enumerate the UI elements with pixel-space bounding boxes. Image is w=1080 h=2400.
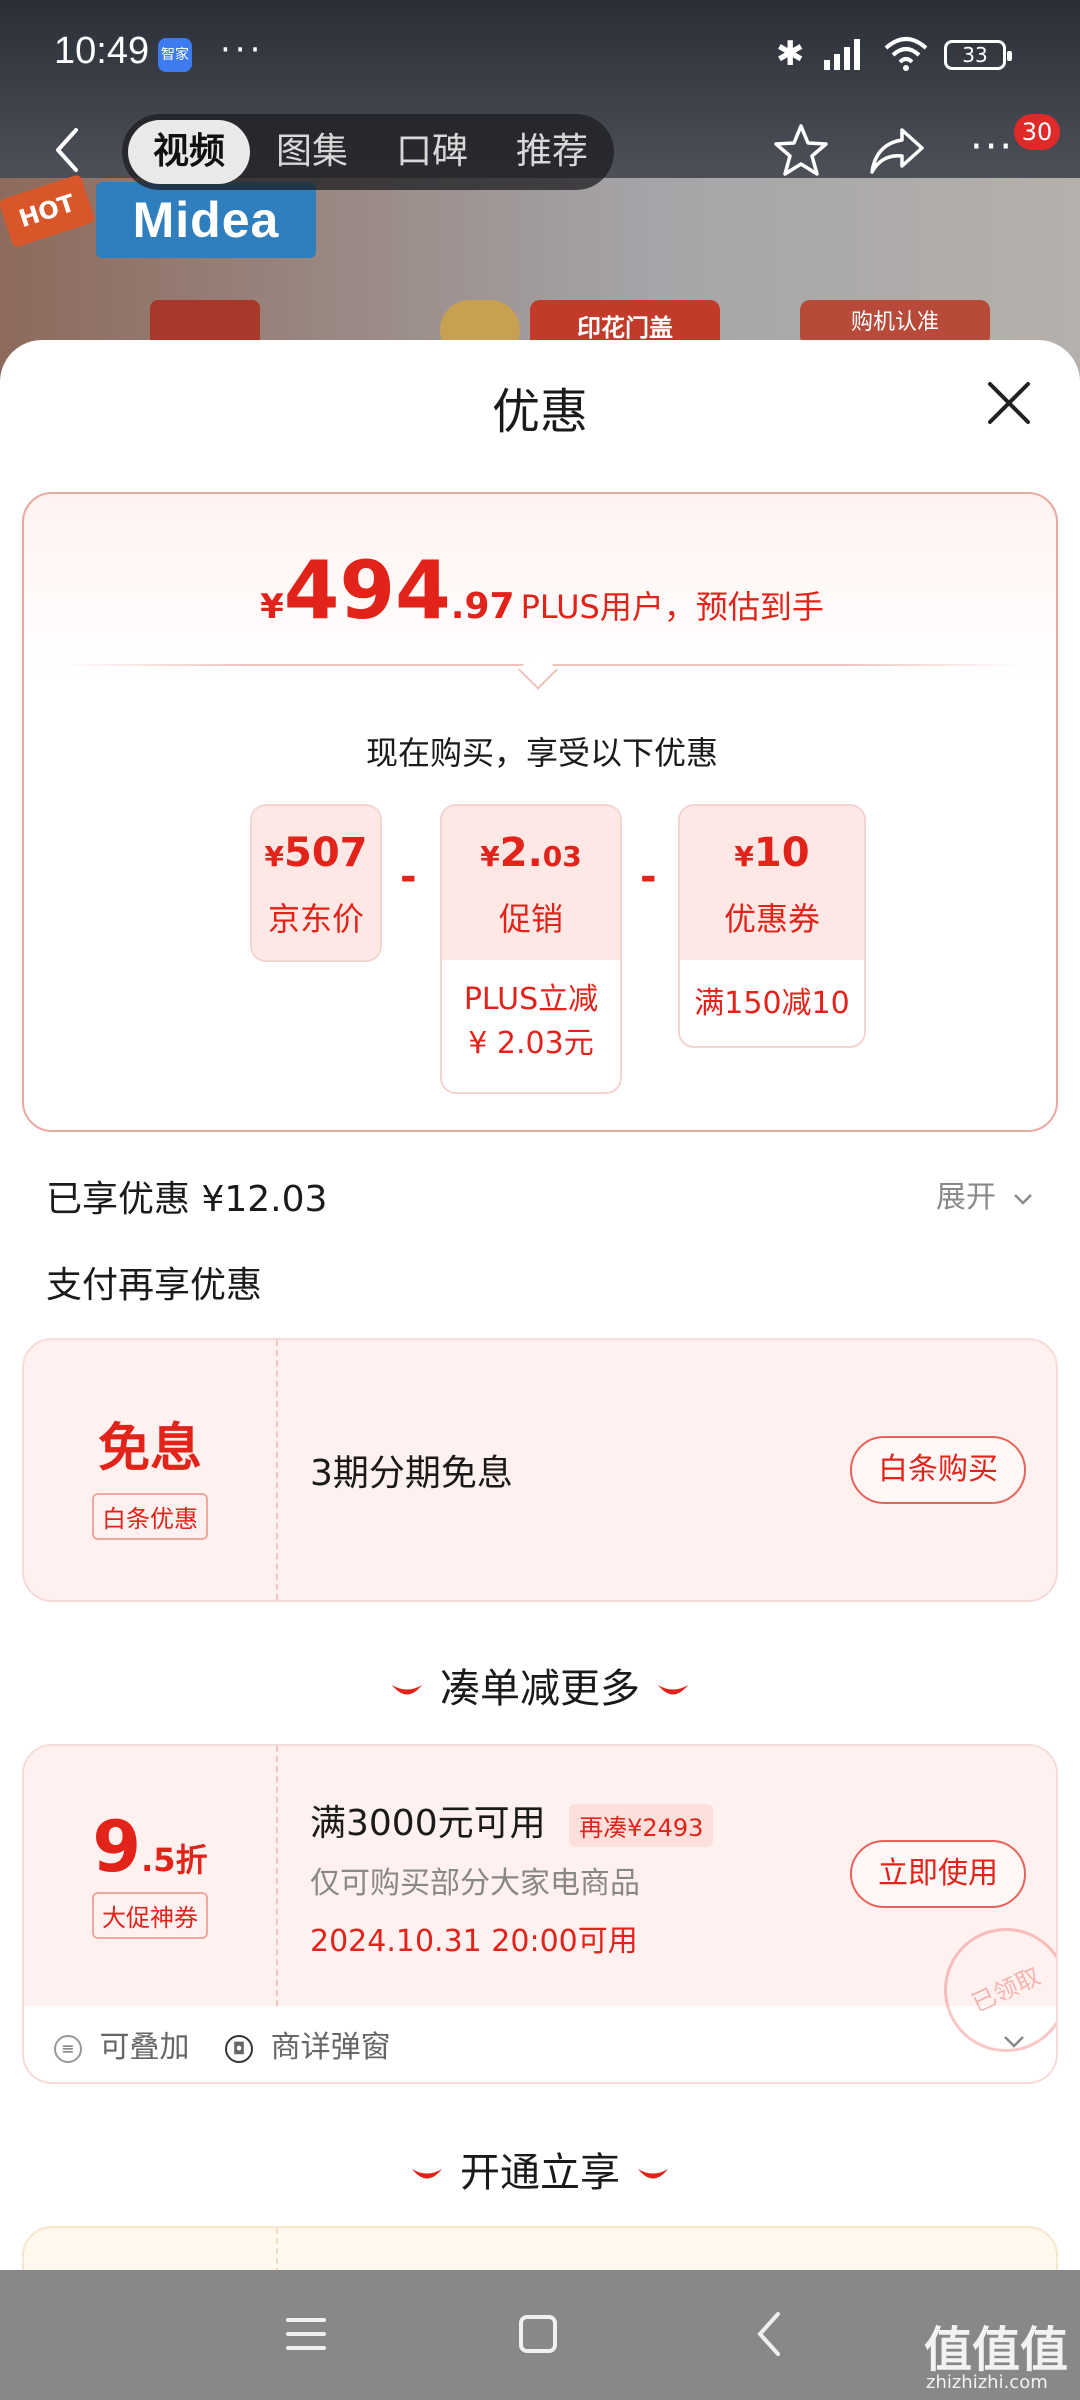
price-integer: 494 [283, 544, 451, 637]
system-nav-bar [0, 2270, 1080, 2400]
bluetooth-icon: ✱ [776, 34, 805, 74]
discount-int: 9 [92, 1806, 142, 1888]
currency: ¥ [734, 840, 754, 873]
stackable-label: 可叠加 [99, 2030, 190, 2065]
promotion-value: 2. [499, 830, 543, 876]
membership-card[interactable] [22, 2226, 1058, 2270]
baitiao-buy-button[interactable]: 白条购买 [850, 1436, 1026, 1504]
baitiao-title: 免息 [97, 1419, 202, 1479]
coupon-left: 免息 白条优惠 [24, 1340, 276, 1600]
discount-sheet: 优惠 ¥494.97 PLUS用户，预估到手 现在购买，享受以下优惠 ¥507 京… [0, 340, 1080, 2270]
promotion-box: ¥2.03 促销 PLUS立减 ¥ 2.03元 [440, 804, 622, 1094]
coupon-footer: ≡ 可叠加 ◘ 商详弹窗 [54, 2022, 391, 2066]
gap-tag: 再凑¥2493 [569, 1803, 714, 1847]
discount-condition: 满3000元可用 再凑¥2493 [310, 1794, 714, 1847]
chevron-down-icon [1013, 1193, 1032, 1205]
tab-reviews[interactable]: 口碑 [376, 114, 488, 190]
app-notification-icon: 智家 [158, 38, 192, 72]
back-icon[interactable] [754, 2310, 784, 2358]
sheet-title: 优惠 [491, 384, 588, 440]
brand-logo: Midea [96, 182, 316, 258]
chevron-down-icon[interactable] [1002, 2034, 1026, 2050]
price-note: PLUS用户，预估到手 [520, 588, 824, 626]
baitiao-tag: 白条优惠 [92, 1493, 208, 1540]
coupon-divider [276, 1746, 278, 2006]
status-time: 10:49 [54, 30, 150, 72]
swoosh-icon [658, 1685, 688, 1695]
currency: ¥ [264, 840, 284, 873]
jd-price-value: 507 [283, 830, 368, 876]
swoosh-icon [412, 2169, 442, 2179]
price-summary-card: ¥494.97 PLUS用户，预估到手 现在购买，享受以下优惠 ¥507 京东价 … [22, 492, 1058, 1132]
popup-icon: ◘ [225, 2034, 254, 2063]
minus-sign: - [640, 854, 657, 900]
popup-label: 商详弹窗 [270, 2030, 391, 2065]
jd-price-box: ¥507 京东价 [250, 804, 382, 962]
jd-price-label: 京东价 [267, 900, 364, 938]
currency: ¥ [480, 840, 500, 873]
tab-video[interactable]: 视频 [128, 120, 250, 184]
price-decimal: .97 [450, 586, 515, 627]
expand-toggle[interactable]: 展开 [936, 1172, 1034, 1216]
discount-tag: 大促神券 [92, 1892, 208, 1939]
coupon-left: 9.5折 大促神券 [24, 1746, 276, 2006]
baitiao-desc: 3期分期免息 [310, 1453, 513, 1494]
status-bar: 10:49 智家 ··· ✱ 33 [0, 0, 1080, 110]
promotion-detail-amount: ¥ 2.03元 [468, 1026, 594, 1061]
coupon-box: ¥10 优惠券 满150减10 [678, 804, 866, 1048]
swoosh-icon [392, 1685, 422, 1695]
price-currency: ¥ [260, 587, 284, 627]
section-more-label: 凑单减更多 [440, 1666, 640, 1712]
watermark: 值值值 [924, 2322, 1069, 2378]
close-icon[interactable] [986, 380, 1032, 426]
coupon-divider [276, 1340, 278, 1600]
promotion-value-cents: 03 [542, 840, 582, 873]
expand-label: 展开 [936, 1180, 996, 1215]
tab-recommend[interactable]: 推荐 [496, 114, 608, 190]
discount-rest: .5折 [141, 1841, 208, 1879]
promotion-detail: PLUS立减 [463, 982, 599, 1017]
tab-gallery[interactable]: 图集 [256, 114, 368, 190]
favorite-star-icon[interactable] [772, 122, 830, 180]
coupon-label: 优惠券 [723, 900, 820, 938]
discount-value: 9.5折 [24, 1746, 276, 1888]
signal-icon [824, 39, 860, 70]
section-open-label: 开通立享 [460, 2150, 620, 2196]
baitiao-coupon-card: 免息 白条优惠 3期分期免息 白条购买 [22, 1338, 1058, 1602]
divider-caret [518, 650, 558, 690]
pay-more-heading: 支付再享优惠 [46, 1265, 263, 1306]
buy-now-text: 现在购买，享受以下优惠 [365, 734, 718, 772]
more-notifications-icon: ··· [220, 30, 265, 70]
message-count-badge: 30 [1014, 114, 1060, 150]
coupon-divider [276, 2228, 278, 2270]
menu-icon[interactable] [284, 2314, 328, 2354]
wifi-icon [884, 37, 928, 71]
battery-icon: 33 [944, 40, 1012, 70]
watermark-url: zhizhizhi.com [926, 2372, 1048, 2393]
share-icon[interactable] [868, 124, 926, 178]
section-heading-open: 开通立享 [0, 2140, 1080, 2198]
more-menu-icon[interactable]: ··· [970, 124, 1014, 170]
final-price: ¥494.97 PLUS用户，预估到手 [24, 544, 1060, 637]
discount-time: 2024.10.31 20:00可用 [310, 1924, 638, 1959]
coupon-value: 10 [753, 830, 810, 876]
discount-scope: 仅可购买部分大家电商品 [310, 1866, 640, 1901]
media-tabs: 视频 图集 口碑 推荐 [122, 114, 614, 190]
enjoyed-discount: 已享优惠 ¥12.03 [46, 1179, 328, 1220]
coupon-detail: 满150减10 [694, 986, 850, 1021]
back-arrow-icon[interactable] [46, 120, 86, 180]
discount-title: 满3000元可用 [310, 1803, 546, 1844]
promotion-label: 促销 [498, 900, 563, 938]
discount-coupon-card: 9.5折 大促神券 满3000元可用 再凑¥2493 仅可购买部分大家电商品 2… [22, 1744, 1058, 2084]
minus-sign: - [400, 854, 417, 900]
home-icon[interactable] [518, 2314, 558, 2354]
section-heading-more: 凑单减更多 [0, 1656, 1080, 1714]
use-now-button[interactable]: 立即使用 [850, 1840, 1026, 1908]
stack-icon: ≡ [54, 2034, 82, 2063]
swoosh-icon [638, 2169, 668, 2179]
